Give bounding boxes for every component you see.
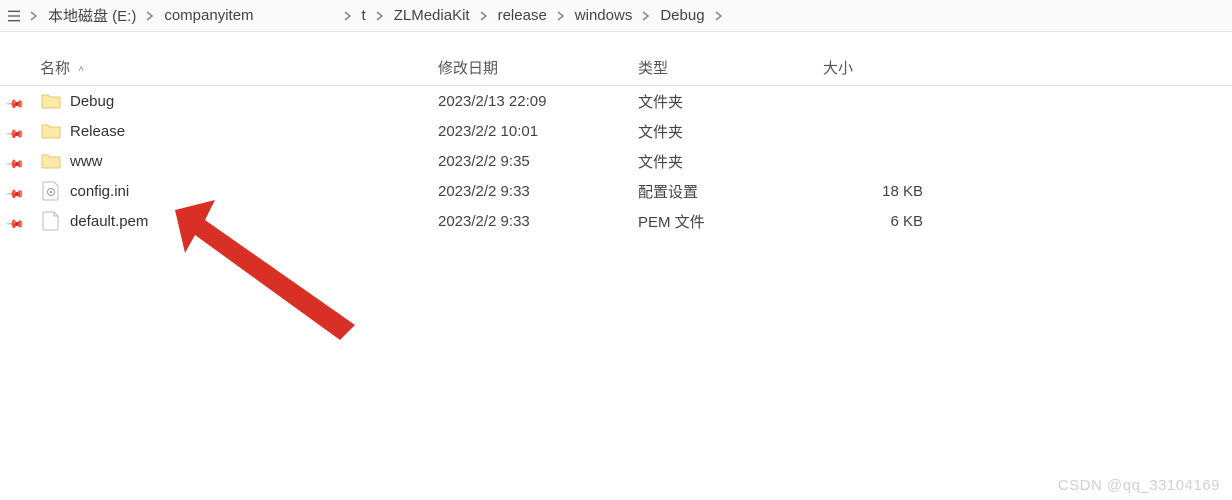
folder-icon [40, 150, 62, 172]
column-header-date[interactable]: 修改日期 [438, 57, 638, 78]
chevron-right-icon [551, 11, 571, 21]
pin-icon[interactable]: 📌 [8, 154, 22, 168]
file-row[interactable]: Release 2023/2/2 10:01 文件夹 [40, 116, 1232, 146]
pin-icon[interactable]: 📌 [8, 94, 22, 108]
chevron-right-icon [636, 11, 656, 21]
file-row[interactable]: config.ini 2023/2/2 9:33 配置设置 18 KB [40, 176, 1232, 206]
chevron-right-icon [474, 11, 494, 21]
file-date: 2023/2/13 22:09 [438, 93, 638, 110]
file-row[interactable]: Debug 2023/2/13 22:09 文件夹 [40, 86, 1232, 116]
file-size: 18 KB [823, 183, 933, 200]
pin-gutter: 📌 📌 📌 📌 📌 [0, 86, 30, 236]
breadcrumb-item[interactable]: windows [571, 7, 637, 24]
chevron-right-icon [709, 11, 729, 21]
breadcrumb-item[interactable]: release [494, 7, 551, 24]
file-type: 文件夹 [638, 151, 823, 172]
column-header-type[interactable]: 类型 [638, 57, 823, 78]
column-header-row: 名称 ˄ 修改日期 类型 大小 [0, 50, 1232, 86]
ini-file-icon [40, 180, 62, 202]
file-row[interactable]: default.pem 2023/2/2 9:33 PEM 文件 6 KB [40, 206, 1232, 236]
file-type: 文件夹 [638, 121, 823, 142]
file-name: config.ini [70, 183, 129, 200]
file-name: www [70, 153, 103, 170]
pin-icon[interactable]: 📌 [8, 214, 22, 228]
file-date: 2023/2/2 9:33 [438, 183, 638, 200]
file-name: default.pem [70, 213, 148, 230]
column-header-name[interactable]: 名称 ˄ [40, 57, 438, 78]
file-name: Release [70, 123, 125, 140]
column-header-label: 名称 [40, 60, 70, 77]
file-name: Debug [70, 93, 114, 110]
file-date: 2023/2/2 9:35 [438, 153, 638, 170]
file-date: 2023/2/2 10:01 [438, 123, 638, 140]
breadcrumb-item[interactable]: t [358, 7, 370, 24]
chevron-right-icon [370, 11, 390, 21]
breadcrumb-item[interactable]: ZLMediaKit [390, 7, 474, 24]
file-size: 6 KB [823, 213, 933, 230]
home-icon[interactable] [4, 8, 24, 24]
file-list: 名称 ˄ 修改日期 类型 大小 📌 📌 📌 📌 📌 Debug 2023/2/1… [0, 32, 1232, 500]
breadcrumb: 本地磁盘 (E:) companyitem t ZLMediaKit relea… [0, 0, 1232, 32]
file-row[interactable]: www 2023/2/2 9:35 文件夹 [40, 146, 1232, 176]
chevron-right-icon [24, 11, 44, 21]
column-header-size[interactable]: 大小 [823, 57, 933, 78]
breadcrumb-item[interactable]: 本地磁盘 (E:) [44, 5, 140, 26]
pin-icon[interactable]: 📌 [8, 124, 22, 138]
file-type: PEM 文件 [638, 211, 823, 232]
file-type: 文件夹 [638, 91, 823, 112]
file-type: 配置设置 [638, 181, 823, 202]
breadcrumb-item[interactable]: companyitem [160, 7, 257, 24]
chevron-right-icon [338, 11, 358, 21]
sort-ascending-icon: ˄ [78, 64, 84, 75]
generic-file-icon [40, 210, 62, 232]
folder-icon [40, 90, 62, 112]
file-date: 2023/2/2 9:33 [438, 213, 638, 230]
breadcrumb-item[interactable]: Debug [656, 7, 708, 24]
pin-icon[interactable]: 📌 [8, 184, 22, 198]
chevron-right-icon [140, 11, 160, 21]
folder-icon [40, 120, 62, 142]
file-rows: Debug 2023/2/13 22:09 文件夹 Release 2023/2… [0, 86, 1232, 236]
watermark: CSDN @qq_33104169 [1058, 477, 1220, 494]
